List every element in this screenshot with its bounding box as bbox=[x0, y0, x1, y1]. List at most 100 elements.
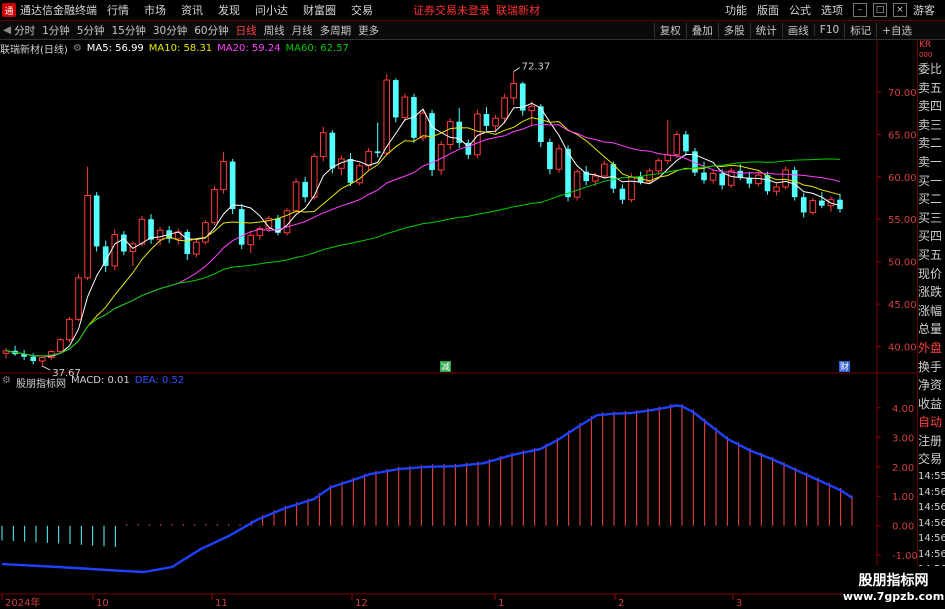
menu-hangqing[interactable]: 行情 bbox=[107, 2, 129, 18]
candle-body-83 bbox=[755, 174, 762, 185]
period-toolbar: ◀ 分时 1分钟 5分钟 15分钟 30分钟 60分钟 日线 周线 月线 多周期… bbox=[0, 21, 945, 40]
ma10-label: MA10: 58.31 bbox=[148, 42, 213, 54]
candle-body-4 bbox=[38, 357, 46, 362]
ma20-label: MA20: 59.24 bbox=[217, 42, 281, 54]
candle-body-75 bbox=[683, 134, 689, 152]
minimize-icon[interactable]: – bbox=[853, 3, 867, 17]
trade-login-notice[interactable]: 证券交易未登录 bbox=[413, 2, 490, 18]
side-item-16: 换手 bbox=[918, 359, 943, 374]
candle-body-54 bbox=[492, 117, 499, 127]
menu-gongshi[interactable]: 公式 bbox=[789, 2, 811, 18]
side-item-13: 涨幅 bbox=[918, 303, 943, 318]
tool-biaoji[interactable]: 标记 bbox=[844, 22, 876, 38]
candle-body-10 bbox=[93, 195, 100, 247]
user-label[interactable]: 游客 bbox=[913, 2, 935, 18]
menu-jiaoyi[interactable]: 交易 bbox=[351, 2, 373, 18]
candle-body-11 bbox=[102, 246, 109, 266]
candle-body-66 bbox=[600, 163, 608, 177]
side-item-18: 收益 bbox=[918, 396, 943, 411]
tf-daily[interactable]: 日线 bbox=[236, 23, 257, 38]
tf-multi[interactable]: 多周期 bbox=[320, 23, 352, 38]
indicator-settings-icon[interactable]: ⚙ bbox=[2, 375, 11, 390]
candle-body-35 bbox=[319, 132, 327, 157]
side-time-2: 14:56 bbox=[918, 502, 945, 514]
tool-zixuan[interactable]: +自选 bbox=[876, 22, 917, 38]
quote-side-panel: KR 000 委比 卖五 卖四 卖三 卖二 卖一 买一 买二 买三 买四 买五 现价 涨跌 涨幅 总量 外盘换… bbox=[917, 40, 945, 609]
side-auto[interactable]: 自动 bbox=[918, 413, 945, 432]
side-register[interactable]: 注册 bbox=[918, 432, 945, 451]
candle-body-6 bbox=[57, 339, 64, 353]
maximize-icon[interactable]: □ bbox=[873, 3, 887, 17]
candle-body-77 bbox=[701, 172, 707, 181]
tf-15min[interactable]: 15分钟 bbox=[111, 23, 145, 38]
candle-body-13 bbox=[121, 234, 127, 252]
tf-30min[interactable]: 30分钟 bbox=[153, 23, 187, 38]
candle-body-32 bbox=[292, 181, 300, 212]
tf-monthly[interactable]: 月线 bbox=[292, 23, 313, 38]
settings-gear-icon[interactable]: ⚙ bbox=[73, 43, 82, 54]
candle-body-60 bbox=[547, 142, 553, 170]
tf-5min[interactable]: 5分钟 bbox=[77, 23, 105, 38]
candle-body-36 bbox=[329, 132, 336, 169]
candle-body-27 bbox=[247, 234, 255, 246]
candle-body-65 bbox=[591, 175, 599, 182]
macd-legend: ⚙ 股朋指标网 MACD: 0.01 DEA: 0.52 bbox=[2, 375, 189, 390]
tf-more[interactable]: 更多 bbox=[358, 23, 379, 38]
price-label-2: 60.00 bbox=[888, 173, 917, 184]
high-label: 72.37 bbox=[522, 62, 551, 73]
candle-body-63 bbox=[573, 171, 581, 198]
kline-chart[interactable]: 70.00 65.00 60.00 55.00 50.00 45.00 40.00 72.37… bbox=[0, 40, 917, 609]
side-item-6: 买一 bbox=[918, 173, 943, 188]
side-item-14: 总量 bbox=[918, 322, 943, 337]
candle-body-25 bbox=[229, 161, 236, 210]
tf-fenshi[interactable]: 分时 bbox=[14, 23, 35, 38]
side-time-0: 14:55 bbox=[918, 471, 945, 483]
menu-xuanxiang[interactable]: 选项 bbox=[821, 2, 843, 18]
tool-tongji[interactable]: 统计 bbox=[749, 22, 782, 38]
menu-banmian[interactable]: 版面 bbox=[757, 2, 779, 18]
close-icon[interactable]: × bbox=[893, 3, 907, 17]
stock-title: 联瑞新材(日线) bbox=[0, 44, 68, 56]
tool-f10[interactable]: F10 bbox=[813, 24, 844, 36]
back-arrow-icon[interactable]: ◀ bbox=[3, 24, 11, 36]
menu-faxian[interactable]: 发现 bbox=[218, 2, 240, 18]
side-item-9: 买四 bbox=[918, 229, 943, 244]
candle-body-38 bbox=[347, 158, 354, 183]
tool-diejia[interactable]: 叠加 bbox=[685, 22, 718, 38]
candle-body-49 bbox=[446, 121, 454, 146]
side-item-12: 涨跌 bbox=[918, 285, 943, 300]
macd-axis-label-5: -1.00 bbox=[892, 551, 917, 562]
side-item-7: 买二 bbox=[918, 192, 943, 207]
menu-gongneng[interactable]: 功能 bbox=[725, 2, 747, 18]
menu-zixun[interactable]: 资讯 bbox=[181, 2, 203, 18]
tf-weekly[interactable]: 周线 bbox=[264, 23, 285, 38]
menu-shichang[interactable]: 市场 bbox=[144, 2, 166, 18]
candle-body-42 bbox=[383, 79, 391, 154]
tool-duogu[interactable]: 多股 bbox=[717, 22, 750, 38]
candle-body-24 bbox=[220, 161, 227, 191]
macd-axis-label-0: 4.00 bbox=[892, 404, 914, 415]
chart-tools: 复权 叠加 多股 统计 画线 F10 标记 +自选 bbox=[653, 21, 917, 39]
watermark: 股朋指标网 www.7gpzb.com bbox=[842, 566, 945, 609]
side-item-5: 卖一 bbox=[918, 154, 943, 169]
menu-wenxiaoda[interactable]: 问小达 bbox=[255, 2, 288, 18]
macd-axis-label-1: 3.00 bbox=[892, 433, 914, 444]
menu-bar: 通 通达信金融终端 行情 市场 资讯 发现 问小达 财富圈 交易 证券交易未登录… bbox=[0, 0, 945, 21]
candle-body-17 bbox=[156, 229, 164, 241]
candle-body-41 bbox=[374, 151, 381, 154]
tf-60min[interactable]: 60分钟 bbox=[194, 23, 228, 38]
menu-caifuquan[interactable]: 财富圈 bbox=[303, 2, 336, 18]
candle-body-89 bbox=[809, 200, 817, 213]
x-axis-label-3: 12 bbox=[355, 598, 368, 609]
tf-1min[interactable]: 1分钟 bbox=[42, 23, 70, 38]
tool-huaxian[interactable]: 画线 bbox=[781, 22, 814, 38]
event-label-2: 财 bbox=[840, 361, 849, 373]
price-label-5: 45.00 bbox=[888, 300, 917, 311]
candle-body-7 bbox=[66, 318, 73, 341]
tool-fuquan[interactable]: 复权 bbox=[653, 22, 686, 38]
side-trade[interactable]: 交易 bbox=[918, 450, 945, 469]
candle-body-44 bbox=[401, 96, 409, 118]
candle-body-80 bbox=[727, 170, 735, 186]
price-label-4: 50.00 bbox=[888, 258, 917, 269]
side-time-5: 14:56 bbox=[918, 548, 945, 560]
